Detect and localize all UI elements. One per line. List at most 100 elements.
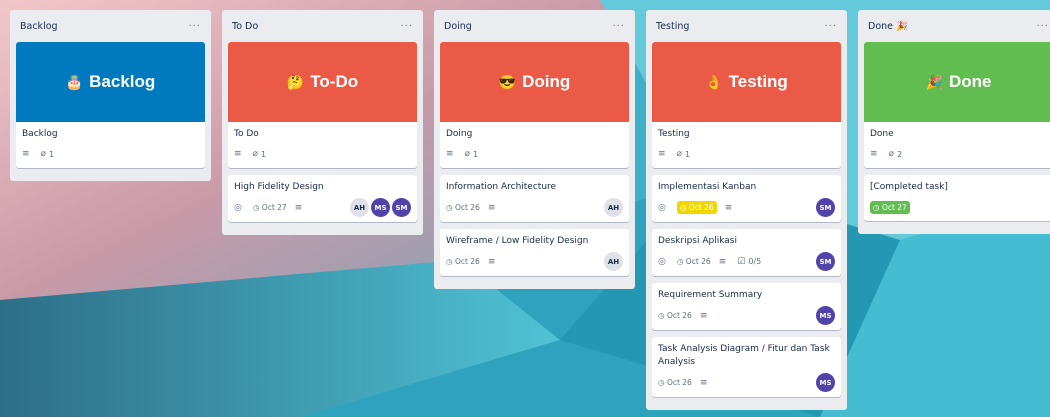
list-backlog: Backlog ··· 🎂 Backlog Backlog ≡ ⌀ 1	[10, 10, 211, 181]
due-date: Oct 26	[685, 257, 711, 266]
due-date-badge[interactable]: ◷ Oct 27	[870, 200, 910, 214]
avatar[interactable]: MS	[816, 373, 835, 392]
clock-icon: ◷	[252, 203, 260, 212]
card-title: Done	[870, 129, 894, 139]
card-title: Information Architecture	[446, 182, 557, 192]
list-menu-icon[interactable]: ···	[188, 21, 201, 32]
paperclip-icon: ⌀	[676, 149, 682, 159]
thinking-face-icon: 🤔	[286, 73, 305, 90]
avatar[interactable]: AH	[350, 198, 369, 217]
card-title: High Fidelity Design	[234, 182, 324, 192]
cover-card[interactable]: 🎉 Done Done ≡ ⌀ 2	[864, 42, 1050, 168]
due-date: Oct 27	[261, 203, 287, 212]
list-title[interactable]: Doing	[444, 21, 472, 32]
card-cover: 🎉 Done	[864, 42, 1050, 122]
due-date-badge[interactable]: ◷ Oct 26	[446, 255, 480, 268]
list-menu-icon[interactable]: ···	[400, 21, 413, 32]
card-title: Testing	[658, 129, 690, 139]
card-title: [Completed task]	[870, 182, 948, 192]
paperclip-icon: ⌀	[888, 149, 894, 159]
cover-text: Doing	[522, 72, 571, 91]
list-title[interactable]: To Do	[232, 21, 258, 32]
cover-text: Testing	[728, 72, 788, 91]
attachment-count: 1	[684, 149, 691, 159]
due-date-badge[interactable]: ◷ Oct 26	[658, 309, 692, 322]
attachment-badge: ⌀ 1	[41, 149, 55, 159]
clock-icon: ◷	[446, 203, 453, 212]
due-date: Oct 26	[454, 257, 480, 266]
due-date: Oct 26	[666, 311, 692, 320]
avatar[interactable]: MS	[816, 306, 835, 325]
paperclip-icon: ⌀	[464, 149, 470, 159]
avatar[interactable]: SM	[816, 198, 835, 217]
list-title[interactable]: Testing	[656, 21, 689, 32]
cover-text: To-Do	[310, 72, 359, 91]
due-date-badge[interactable]: ◷ Oct 26	[658, 376, 692, 389]
list-header: Done 🎉 ···	[864, 10, 1050, 42]
description-icon: ≡	[446, 149, 454, 159]
eye-icon: ◎	[658, 202, 666, 213]
description-icon: ≡	[487, 202, 496, 213]
task-card[interactable]: Information Architecture ◷ Oct 26 ≡ AH	[440, 175, 629, 222]
board: Backlog ··· 🎂 Backlog Backlog ≡ ⌀ 1 To Do…	[10, 10, 1050, 410]
card-title: Implementasi Kanban	[658, 182, 757, 192]
task-card[interactable]: High Fidelity Design ◎ ◷ Oct 27 ≡ AH MS …	[228, 175, 417, 222]
clock-icon: ◷	[679, 203, 687, 212]
cover-card[interactable]: 👌 Testing Testing ≡ ⌀ 1	[652, 42, 841, 168]
clock-icon: ◷	[446, 257, 453, 266]
cover-card[interactable]: 🤔 To-Do To Do ≡ ⌀ 1	[228, 42, 417, 168]
avatar[interactable]: MS	[371, 198, 390, 217]
description-icon: ≡	[724, 202, 733, 213]
task-card[interactable]: Wireframe / Low Fidelity Design ◷ Oct 26…	[440, 229, 629, 276]
task-card[interactable]: Task Analysis Diagram / Fitur dan Task A…	[652, 337, 841, 397]
list-to-do: To Do ··· 🤔 To-Do To Do ≡ ⌀ 1 High Fideli…	[222, 10, 423, 235]
task-card[interactable]: Implementasi Kanban ◎ ◷ Oct 26 ≡ SM	[652, 175, 841, 222]
avatar[interactable]: SM	[392, 198, 411, 217]
list-menu-icon[interactable]: ···	[612, 21, 625, 32]
due-date: Oct 26	[666, 378, 692, 387]
list-menu-icon[interactable]: ···	[824, 21, 837, 32]
due-date-badge[interactable]: ◷ Oct 26	[677, 255, 711, 268]
due-date-badge[interactable]: ◷ Oct 26	[446, 201, 480, 214]
clock-icon: ◷	[658, 378, 665, 387]
task-card[interactable]: [Completed task] ◷ Oct 27	[864, 175, 1050, 221]
attachment-badge: ⌀ 1	[677, 149, 691, 159]
due-date-badge[interactable]: ◷ Oct 27	[253, 201, 287, 214]
cover-card[interactable]: 🎂 Backlog Backlog ≡ ⌀ 1	[16, 42, 205, 168]
list-title[interactable]: Done 🎉	[868, 21, 908, 32]
description-icon: ≡	[699, 377, 708, 388]
description-icon: ≡	[294, 202, 303, 213]
description-icon: ≡	[658, 149, 666, 159]
eye-icon: ◎	[234, 202, 242, 213]
cover-text: Backlog	[89, 72, 156, 91]
card-title: Backlog	[22, 129, 58, 139]
list-title[interactable]: Backlog	[20, 21, 58, 32]
attachment-badge: ⌀ 1	[253, 149, 267, 159]
attachment-count: 1	[260, 149, 267, 159]
clock-icon: ◷	[873, 202, 880, 212]
checklist-badge: ☑ 0/5	[737, 257, 761, 267]
attachment-count: 1	[472, 149, 479, 159]
description-icon: ≡	[718, 256, 727, 267]
avatar[interactable]: SM	[816, 252, 835, 271]
list-done: Done 🎉 ··· 🎉 Done Done ≡ ⌀ 2 [Completed t…	[858, 10, 1050, 234]
avatar[interactable]: AH	[604, 198, 623, 217]
card-title: Wireframe / Low Fidelity Design	[446, 236, 589, 246]
task-card[interactable]: Deskripsi Aplikasi ◎ ◷ Oct 26 ≡ ☑ 0/5 SM	[652, 229, 841, 276]
cover-card[interactable]: 😎 Doing Doing ≡ ⌀ 1	[440, 42, 629, 168]
task-card[interactable]: Requirement Summary ◷ Oct 26 ≡ MS	[652, 283, 841, 330]
clock-icon: ◷	[676, 257, 684, 266]
list-header: Doing ···	[440, 10, 629, 42]
checkbox-icon: ☑	[737, 256, 746, 267]
card-title: To Do	[234, 129, 259, 139]
due-date: Oct 26	[454, 203, 480, 212]
card-title: Task Analysis Diagram / Fitur dan Task A…	[658, 344, 830, 367]
due-date: Oct 27	[881, 202, 907, 212]
description-icon: ≡	[22, 149, 30, 159]
eye-icon: ◎	[658, 256, 666, 267]
checklist-count: 0/5	[748, 257, 762, 266]
list-menu-icon[interactable]: ···	[1036, 21, 1049, 32]
due-date-badge[interactable]: ◷ Oct 26	[676, 201, 717, 214]
clock-icon: ◷	[658, 311, 665, 320]
avatar[interactable]: AH	[604, 252, 623, 271]
